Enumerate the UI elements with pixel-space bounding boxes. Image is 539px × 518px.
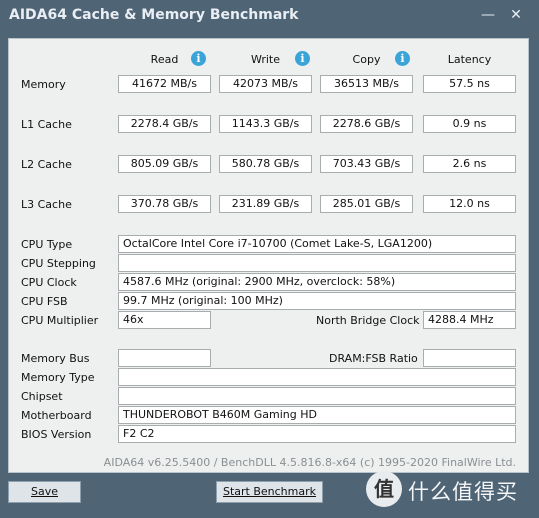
minimize-icon[interactable]: — (478, 5, 498, 25)
north-bridge-clock-label: North Bridge Clock (316, 314, 420, 327)
l1-copy-value: 2278.6 GB/s (320, 115, 413, 133)
cpu-fsb-label: CPU FSB (21, 295, 68, 308)
column-header-latency: Latency (447, 53, 492, 66)
row-label-l2-cache: L2 Cache (21, 158, 72, 171)
save-button[interactable]: Save (8, 481, 81, 503)
dram-fsb-ratio-label: DRAM:FSB Ratio (329, 352, 418, 365)
cpu-clock-value: 4587.6 MHz (original: 2900 MHz, overcloc… (118, 273, 516, 291)
cpu-stepping-value (118, 254, 516, 272)
row-label-memory: Memory (21, 78, 66, 91)
bios-version-label: BIOS Version (21, 428, 92, 441)
info-icon[interactable]: i (395, 51, 410, 66)
memory-write-value: 42073 MB/s (219, 75, 312, 93)
benchmark-panel: Read i Write i Copy i Latency Memory 416… (8, 38, 529, 473)
info-icon[interactable]: i (191, 51, 206, 66)
cpu-multiplier-label: CPU Multiplier (21, 314, 99, 327)
memory-type-label: Memory Type (21, 371, 95, 384)
cpu-fsb-value: 99.7 MHz (original: 100 MHz) (118, 292, 516, 310)
l1-write-value: 1143.3 GB/s (219, 115, 312, 133)
l2-read-value: 805.09 GB/s (118, 155, 211, 173)
chipset-value (118, 387, 516, 405)
memory-read-value: 41672 MB/s (118, 75, 211, 93)
memory-type-value (118, 368, 516, 386)
cpu-stepping-label: CPU Stepping (21, 257, 96, 270)
dram-fsb-ratio-value (423, 349, 516, 367)
title-bar: AIDA64 Cache & Memory Benchmark — ✕ (0, 0, 539, 32)
memory-latency-value: 57.5 ns (423, 75, 516, 93)
watermark-text: 什么值得买 (408, 480, 518, 504)
row-label-l1-cache: L1 Cache (21, 118, 72, 131)
version-footer: AIDA64 v6.25.5400 / BenchDLL 4.5.816.8-x… (103, 456, 516, 469)
l3-copy-value: 285.01 GB/s (320, 195, 413, 213)
l2-write-value: 580.78 GB/s (219, 155, 312, 173)
l2-copy-value: 703.43 GB/s (320, 155, 413, 173)
bios-version-value: F2 C2 (118, 425, 516, 443)
cpu-clock-label: CPU Clock (21, 276, 77, 289)
watermark-logo-icon: 值 (366, 471, 402, 507)
info-icon[interactable]: i (295, 51, 310, 66)
memory-copy-value: 36513 MB/s (320, 75, 413, 93)
cpu-type-label: CPU Type (21, 238, 73, 251)
cpu-multiplier-value: 46x (118, 311, 211, 329)
chipset-label: Chipset (21, 390, 63, 403)
l2-latency-value: 2.6 ns (423, 155, 516, 173)
motherboard-label: Motherboard (21, 409, 92, 422)
memory-bus-value (118, 349, 211, 367)
north-bridge-clock-value: 4288.4 MHz (423, 311, 516, 329)
memory-bus-label: Memory Bus (21, 352, 90, 365)
l3-read-value: 370.78 GB/s (118, 195, 211, 213)
watermark: 值 什么值得买 (366, 471, 532, 511)
l1-read-value: 2278.4 GB/s (118, 115, 211, 133)
close-icon[interactable]: ✕ (506, 5, 526, 25)
l3-write-value: 231.89 GB/s (219, 195, 312, 213)
window-title: AIDA64 Cache & Memory Benchmark (9, 7, 299, 23)
cpu-type-value: OctalCore Intel Core i7-10700 (Comet Lak… (118, 235, 516, 253)
motherboard-value: THUNDEROBOT B460M Gaming HD (118, 406, 516, 424)
row-label-l3-cache: L3 Cache (21, 198, 72, 211)
l3-latency-value: 12.0 ns (423, 195, 516, 213)
start-benchmark-button[interactable]: Start Benchmark (216, 481, 323, 503)
l1-latency-value: 0.9 ns (423, 115, 516, 133)
